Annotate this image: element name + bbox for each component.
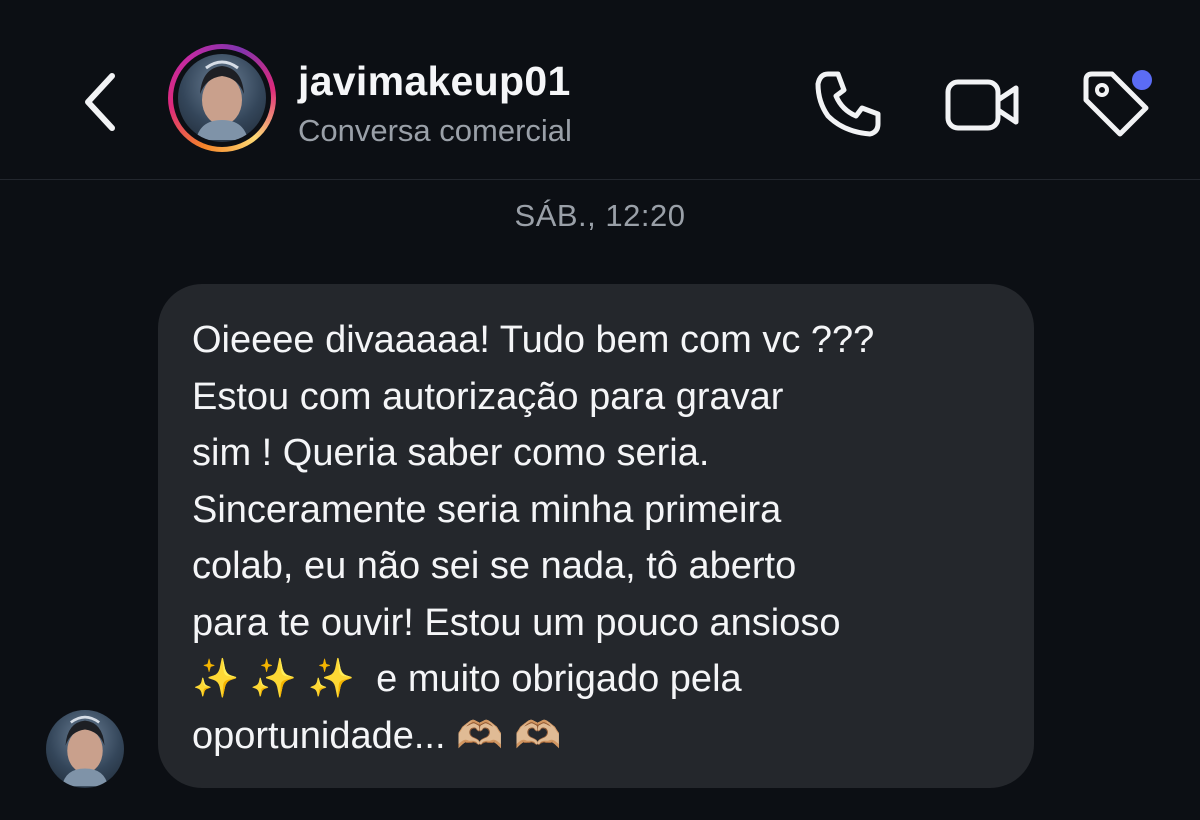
chat-header: javimakeup01 Conversa comercial <box>0 0 1200 180</box>
message-bubble[interactable]: Oieeee divaaaaa! Tudo bem com vc ??? Est… <box>158 284 1034 788</box>
chevron-left-icon <box>85 73 115 131</box>
profile-avatar[interactable] <box>168 44 276 152</box>
call-button[interactable] <box>810 66 886 142</box>
label-tag-button[interactable] <box>1078 66 1158 142</box>
avatar-image <box>178 54 266 142</box>
message-timestamp: SÁB., 12:20 <box>514 198 686 233</box>
back-button[interactable] <box>70 62 130 142</box>
video-call-button[interactable] <box>942 70 1022 140</box>
phone-icon <box>815 71 881 137</box>
message-text: Oieeee divaaaaa! Tudo bem com vc ??? Est… <box>192 319 875 757</box>
sender-avatar[interactable] <box>46 710 124 788</box>
video-camera-icon <box>945 79 1019 131</box>
notification-dot <box>1132 70 1152 90</box>
chat-subtitle: Conversa comercial <box>298 113 572 148</box>
chat-username[interactable]: javimakeup01 <box>298 58 571 105</box>
